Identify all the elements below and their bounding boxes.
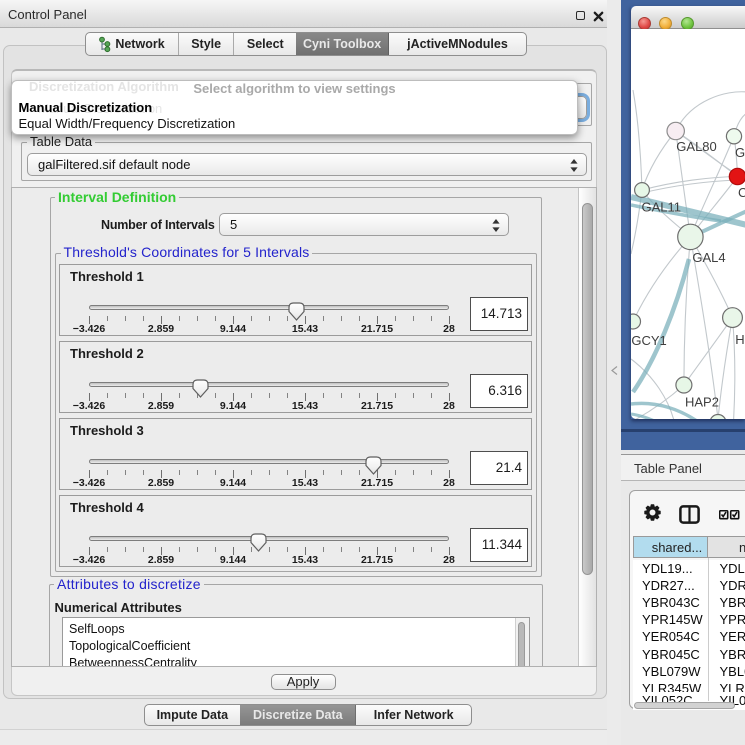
- svg-text:GAL80: GAL80: [676, 139, 716, 154]
- svg-text:C: C: [738, 185, 745, 200]
- svg-text:GA: GA: [735, 145, 745, 160]
- svg-text:GAL11: GAL11: [642, 200, 682, 215]
- svg-text:HAP2: HAP2: [685, 395, 719, 410]
- svg-text:GAL4: GAL4: [692, 250, 725, 265]
- svg-text:HI: HI: [735, 332, 745, 347]
- svg-text:GCY1: GCY1: [631, 333, 666, 348]
